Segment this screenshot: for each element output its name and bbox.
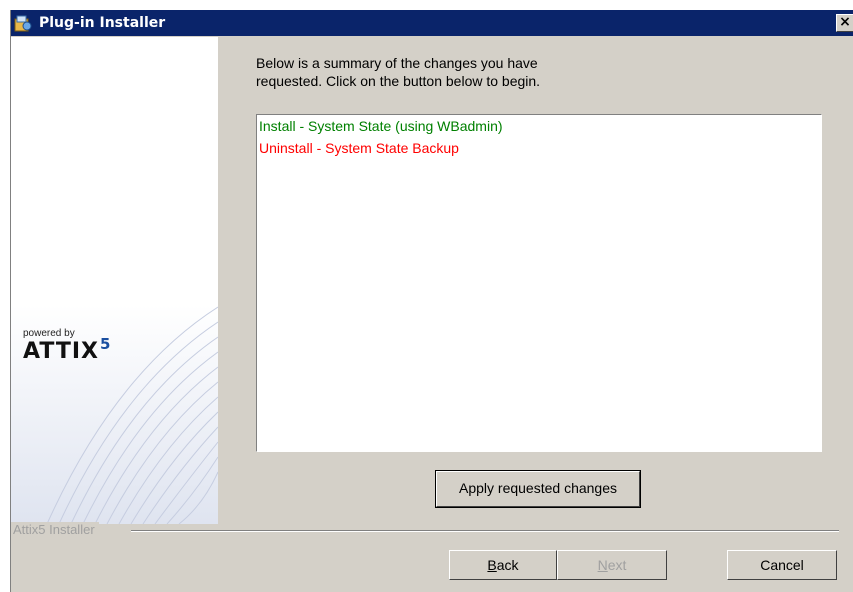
back-accelerator: B: [487, 557, 497, 573]
brand-superscript: 5: [99, 335, 112, 353]
side-banner: powered by ATTIX5: [11, 37, 218, 524]
summary-line-1: Below is a summary of the changes you ha…: [256, 55, 538, 71]
cancel-button[interactable]: Cancel: [727, 550, 837, 580]
summary-line-2: requested. Click on the button below to …: [256, 73, 541, 89]
installer-window: Plug-in Installer × powered by ATTIX5 Be…: [10, 10, 853, 592]
installer-group-label: Attix5 Installer: [11, 522, 99, 537]
back-label: ack: [496, 557, 519, 573]
next-accelerator: N: [597, 557, 608, 573]
list-item: Uninstall - System State Backup: [259, 140, 459, 156]
summary-instructions: Below is a summary of the changes you ha…: [256, 54, 656, 90]
wave-pattern: [11, 37, 218, 524]
next-button: Next: [557, 550, 667, 580]
powered-by-label: powered by: [23, 328, 75, 339]
next-label: ext: [607, 557, 627, 573]
back-button[interactable]: Back: [449, 550, 557, 580]
footer-separator: [131, 530, 839, 532]
installer-icon: [14, 15, 32, 32]
window-title: Plug-in Installer: [39, 15, 166, 31]
brand-name: ATTIX: [23, 339, 99, 364]
changes-list[interactable]: Install - System State (using WBadmin) U…: [256, 114, 822, 452]
list-item: Install - System State (using WBadmin): [259, 118, 503, 134]
close-icon: ×: [839, 14, 851, 30]
title-bar[interactable]: Plug-in Installer ×: [11, 10, 853, 36]
apply-requested-changes-button[interactable]: Apply requested changes: [435, 470, 641, 508]
attix5-logo: ATTIX5: [23, 335, 111, 364]
close-button[interactable]: ×: [836, 14, 853, 32]
